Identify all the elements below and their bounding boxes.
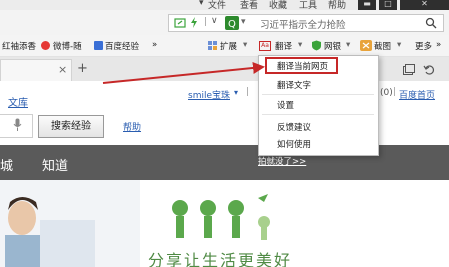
screenshot-button[interactable]: 截图 [374,40,391,52]
translate-caret-icon[interactable]: ▾ [298,40,302,50]
message-count: (0) [380,88,393,98]
translate-button[interactable]: 翻译 [275,40,292,52]
baidu-home-link[interactable]: 百度首页 [399,88,435,101]
search-icon[interactable] [425,17,437,29]
tip-link[interactable]: 拍就没了>> [258,155,306,167]
banner-photo [0,180,140,267]
more-chevron-icon[interactable]: » [436,40,441,50]
menu-separator [262,114,374,115]
translate-icon: Aa [259,41,271,51]
menu-item-how-to-use[interactable]: 如何使用 [277,138,311,150]
menu-file-arrow[interactable]: ▾ [199,0,204,8]
bookmark-weibo[interactable]: 微博-随 [53,40,82,52]
search-experience-button[interactable]: 搜索经验 [38,115,104,138]
svg-text:Q: Q [228,19,236,30]
logo-people-icon [172,194,270,240]
screenshot-caret-icon[interactable]: ▾ [397,40,401,50]
maximize-icon[interactable]: □ [379,0,397,10]
netsilver-shield-icon [312,40,321,51]
slogan-text: 分享让生活更美好 [148,251,293,267]
menu-item-translate-text[interactable]: 翻译文字 [277,79,311,91]
lightning-icon[interactable] [189,16,199,29]
annotation-arrow [102,62,265,84]
more-button[interactable]: 更多 [415,40,432,52]
bookmarks-more-chevron[interactable]: » [152,40,157,50]
menu-item-settings[interactable]: 设置 [277,99,294,111]
nav-item-zhidao[interactable]: 知道 [42,155,68,174]
extensions-icon [208,41,217,50]
weibo-icon [41,41,50,50]
share-icon[interactable] [174,17,186,29]
netsilver-caret-icon[interactable]: ▾ [346,40,350,50]
bookmark-hongxiu[interactable]: 红袖添香 [2,40,36,52]
new-tab-icon[interactable]: + [77,61,88,76]
page-divider-2: | [393,87,397,97]
engine-dropdown-icon[interactable]: ∨ [211,16,218,26]
search-engine-icon[interactable]: Q [225,16,239,30]
microphone-icon[interactable] [13,118,22,132]
undo-close-icon[interactable] [423,64,435,75]
bookmark-baidu-jingyan[interactable]: 百度经验 [105,40,139,52]
menu-item-feedback[interactable]: 反馈建议 [277,121,311,133]
divider: | [204,17,208,27]
tab-close-icon[interactable]: × [58,63,67,76]
engine-caret-icon[interactable]: ▾ [241,17,246,27]
baidu-paw-icon [94,41,103,50]
close-window-icon[interactable]: ✕ [400,0,449,10]
extensions-caret-icon[interactable]: ▾ [243,40,247,50]
wenku-link[interactable]: 文库 [8,94,28,109]
menu-separator [262,94,374,95]
netsilver-button[interactable]: 网银 [324,40,341,52]
scissors-icon [360,40,372,51]
search-input[interactable]: 习近平指示全力抢险 [260,17,346,31]
minimize-icon[interactable]: ▬ [358,0,376,10]
extensions-button[interactable]: 扩展 [220,40,237,52]
highlight-box [265,57,338,74]
nav-item-city[interactable]: 城 [0,155,13,174]
tab-list-icon[interactable] [403,64,415,75]
help-link[interactable]: 帮助 [123,120,141,133]
